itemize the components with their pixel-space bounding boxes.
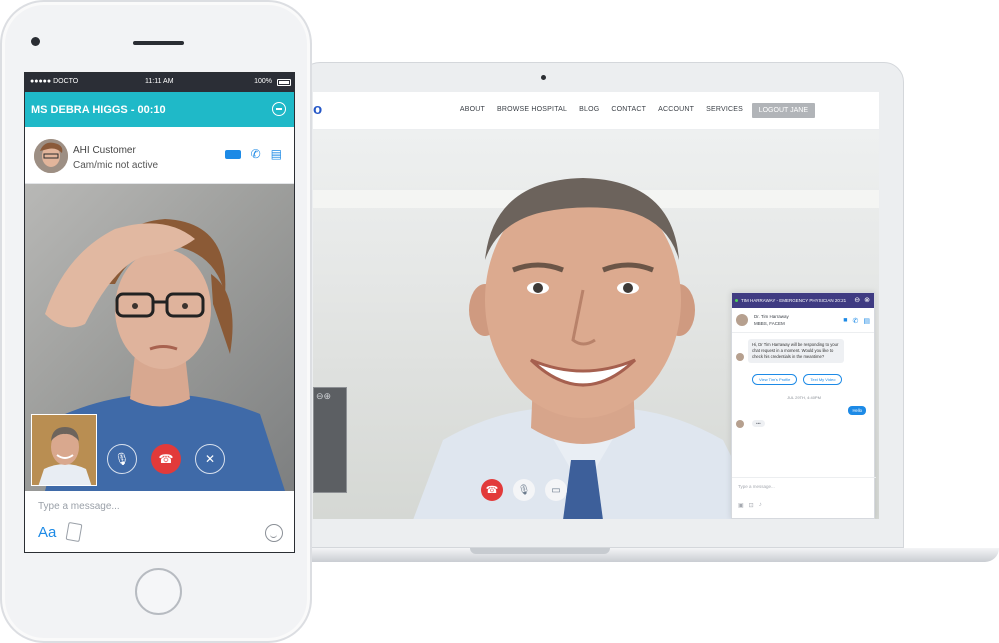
camera-icon[interactable]: ▭ <box>545 479 567 501</box>
chat-action-buttons: View Tim's Profile Text My Video <box>752 374 843 385</box>
minimize-icon[interactable] <box>272 102 286 116</box>
chat-input-placeholder[interactable]: Type a message... <box>738 484 775 489</box>
nav-links: ABOUT BROWSE HOSPITAL BLOG CONTACT ACCOU… <box>460 106 743 113</box>
chat-icon[interactable]: ▤ <box>863 317 870 325</box>
emoji-icon[interactable] <box>265 524 283 542</box>
phone-speaker <box>133 41 184 45</box>
self-view-thumbnail[interactable]: ⊖⊕ <box>313 387 347 493</box>
call-title: MS DEBRA HIGGS - 00:10 <box>31 103 166 116</box>
doctor-credentials: MBBS, FACEM <box>754 321 785 326</box>
battery-icon <box>277 79 291 86</box>
hang-up-icon[interactable]: ☎ <box>481 479 503 501</box>
chat-doctor-info: Dr. Tim Harraway MBBS, FACEM ■ ✆ ▤ <box>732 308 874 333</box>
chat-timestamp: JUL 29TH, 4:40PM <box>787 395 821 400</box>
doctor-avatar-typing <box>736 420 744 428</box>
laptop-notch <box>470 548 610 554</box>
chat-contact-actions: ■ ✆ ▤ <box>843 317 870 325</box>
image-icon[interactable]: ▣ <box>738 502 744 509</box>
nav-link-account[interactable]: ACCOUNT <box>658 106 694 113</box>
microphone-icon[interactable]: 🎙 <box>513 479 535 501</box>
zoom-controls-icon[interactable]: ⊖⊕ <box>316 391 331 402</box>
cards-icon[interactable] <box>65 521 83 543</box>
doctor-details: Dr. Tim Harraway MBBS, FACEM <box>754 313 789 327</box>
chat-input-area[interactable]: Type a message... ▣ ⊡ ♪ <box>732 477 876 519</box>
phone-icon[interactable]: ✆ <box>853 317 859 325</box>
laptop-base <box>264 548 999 562</box>
laptop-call-controls: ☎ 🎙 ▭ <box>481 479 567 501</box>
user-reply-bubble: Hello <box>848 406 866 415</box>
attachment-icon[interactable]: ⊡ <box>749 502 754 509</box>
contact-status: Cam/mic not active <box>73 160 159 171</box>
view-profile-button[interactable]: View Tim's Profile <box>752 374 798 385</box>
doctor-avatar-small <box>736 353 744 361</box>
phone-screen: ●●●●● DOCTO 11:11 AM 100% MS DEBRA HIGGS… <box>24 72 295 553</box>
text-video-button[interactable]: Text My Video <box>803 374 843 385</box>
close-icon[interactable]: ⊗ <box>864 296 870 304</box>
minimize-icon[interactable]: ⊖ <box>854 296 860 304</box>
chat-panel: TIM HARRAWAY - EMERGENCY PHYSICIAN 20:21… <box>731 292 876 519</box>
doctor-name: Dr. Tim Harraway <box>754 314 789 319</box>
mute-microphone-icon[interactable]: 🎙 <box>107 444 137 474</box>
battery-percent: 100% <box>254 78 272 85</box>
chat-input-tools: ▣ ⊡ ♪ <box>738 502 762 509</box>
chat-header-actions: ⊖ ⊗ <box>854 296 870 304</box>
clock: 11:11 AM <box>145 78 174 85</box>
nav-link-browse-hospital[interactable]: BROWSE HOSPITAL <box>497 106 567 113</box>
call-header: MS DEBRA HIGGS - 00:10 <box>25 92 294 127</box>
message-input[interactable]: Type a message... <box>38 501 120 512</box>
chat-header-title: TIM HARRAWAY - EMERGENCY PHYSICIAN 20:21 <box>741 298 847 303</box>
logout-button[interactable]: LOGOUT JANE <box>751 103 815 118</box>
home-button[interactable] <box>135 568 182 615</box>
doctor-avatar <box>736 314 748 326</box>
patient-video-feed: 🎙 ☎ ✕ <box>25 184 294 491</box>
message-composer: Type a message... Aa <box>25 491 294 552</box>
speaker-off-icon[interactable]: ✕ <box>195 444 225 474</box>
self-view-thumbnail[interactable] <box>31 414 97 486</box>
contact-info: AHI Customer Cam/mic not active ✆ ▤ <box>25 127 294 184</box>
phone-frame: ●●●●● DOCTO 11:11 AM 100% MS DEBRA HIGGS… <box>0 0 312 643</box>
phone-call-controls: 🎙 ☎ ✕ <box>107 444 225 474</box>
chat-message: Hi, Dr Tim Harraway will be responding t… <box>748 339 844 363</box>
laptop-camera <box>541 75 546 80</box>
microphone-small-icon[interactable]: ♪ <box>759 502 762 509</box>
online-status-icon <box>735 299 738 302</box>
phone-camera <box>31 37 40 46</box>
phone-icon[interactable]: ✆ <box>251 147 261 161</box>
video-icon[interactable]: ■ <box>843 317 847 325</box>
customer-avatar <box>34 139 68 173</box>
text-format-icon[interactable]: Aa <box>38 524 56 541</box>
video-icon[interactable] <box>224 149 241 159</box>
typing-indicator: ••• <box>752 420 765 427</box>
laptop-screen: o ABOUT BROWSE HOSPITAL BLOG CONTACT ACC… <box>313 92 879 519</box>
chat-icon[interactable]: ▤ <box>271 147 282 161</box>
doctor-image <box>413 178 763 519</box>
contact-actions: ✆ ▤ <box>224 147 282 161</box>
status-bar: ●●●●● DOCTO 11:11 AM 100% <box>25 73 294 92</box>
site-logo[interactable]: o <box>313 102 327 118</box>
product-mockup: o ABOUT BROWSE HOSPITAL BLOG CONTACT ACC… <box>0 0 999 643</box>
site-navigation: o ABOUT BROWSE HOSPITAL BLOG CONTACT ACC… <box>313 92 879 130</box>
carrier-label: ●●●●● DOCTO <box>30 78 79 85</box>
nav-link-contact[interactable]: CONTACT <box>611 106 646 113</box>
nav-link-services[interactable]: SERVICES <box>706 106 743 113</box>
hang-up-icon[interactable]: ☎ <box>151 444 181 474</box>
nav-link-about[interactable]: ABOUT <box>460 106 485 113</box>
contact-name: AHI Customer <box>73 145 136 156</box>
nav-link-blog[interactable]: BLOG <box>579 106 599 113</box>
chat-header: TIM HARRAWAY - EMERGENCY PHYSICIAN 20:21… <box>732 293 874 308</box>
